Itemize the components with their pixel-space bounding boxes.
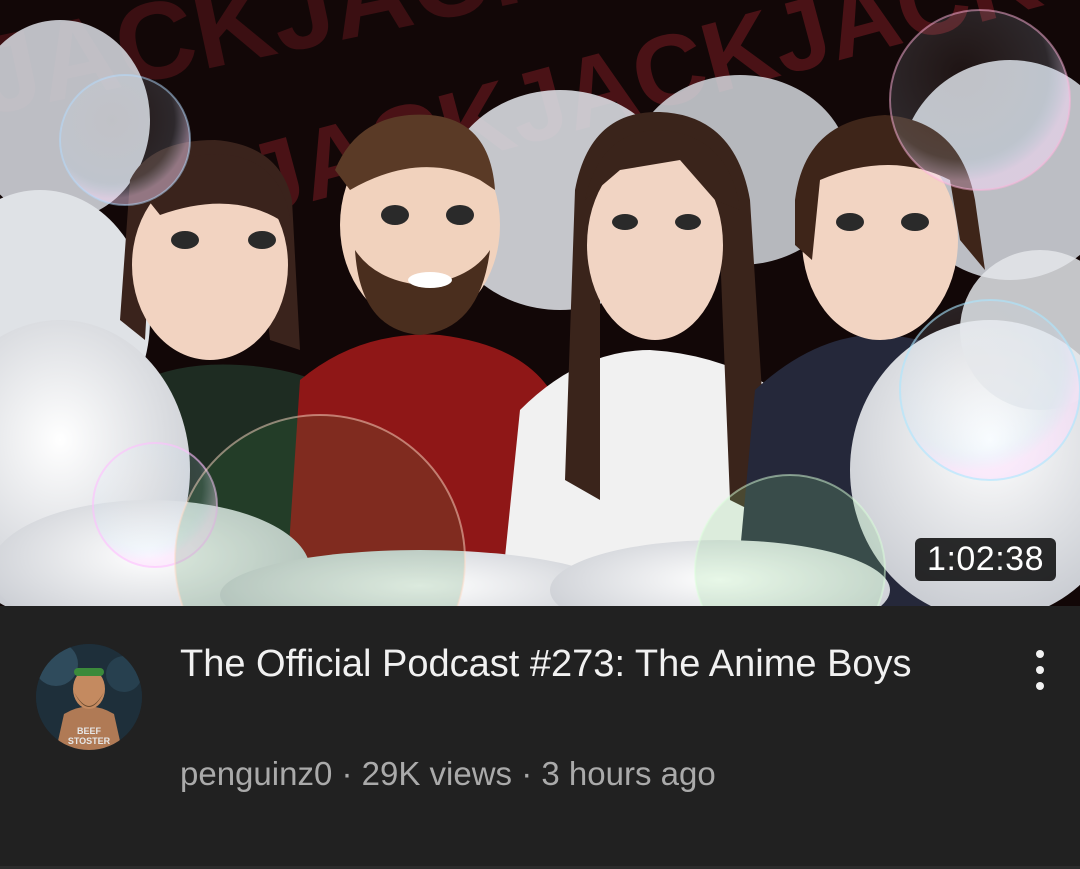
view-count: 29K views (361, 755, 513, 792)
video-title[interactable]: The Official Podcast #273: The Anime Boy… (180, 642, 940, 686)
channel-name[interactable]: penguinz0 (180, 755, 332, 792)
avatar-text-line2: STOSTER (68, 736, 111, 746)
separator: · (521, 755, 533, 792)
separator: · (341, 755, 353, 792)
avatar-text-line1: BEEF (77, 726, 102, 736)
channel-avatar[interactable]: BEEF STOSTER (36, 644, 142, 750)
video-subtitle: penguinz0 · 29K views · 3 hours ago (180, 752, 716, 796)
avatar-image: BEEF STOSTER (36, 644, 142, 750)
upload-age: 3 hours ago (541, 755, 716, 792)
video-card[interactable]: JACKJACKJACK JACKJACKJACK (0, 0, 1080, 869)
video-thumbnail[interactable]: JACKJACKJACK JACKJACKJACK (0, 0, 1080, 606)
vertical-ellipsis-icon (1036, 666, 1044, 674)
vertical-ellipsis-icon (1036, 682, 1044, 690)
thumbnail-illustration: JACKJACKJACK JACKJACKJACK (0, 0, 1080, 606)
more-options-button[interactable] (1020, 648, 1060, 692)
duration-badge: 1:02:38 (915, 538, 1056, 581)
vertical-ellipsis-icon (1036, 650, 1044, 658)
